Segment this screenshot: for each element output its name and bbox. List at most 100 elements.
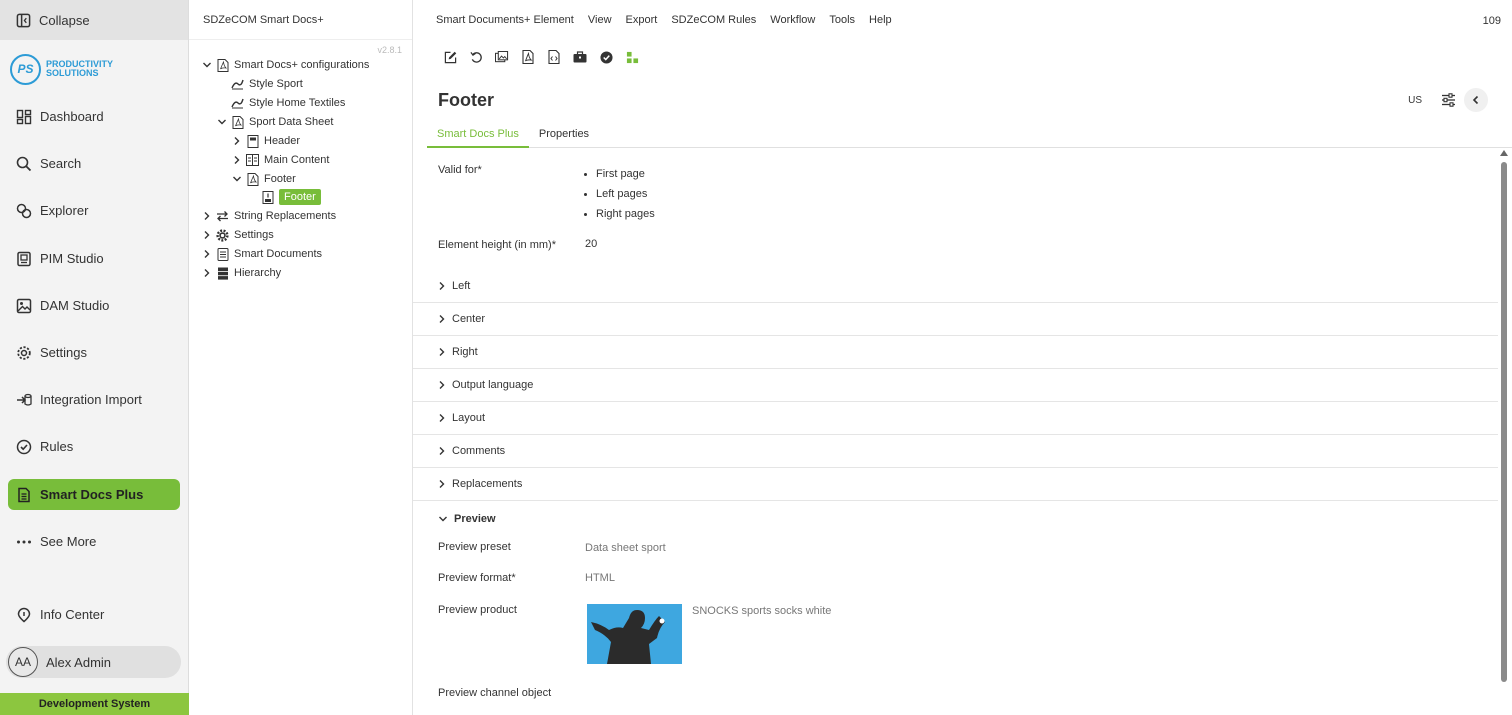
menu-item-tools[interactable]: Tools (829, 14, 855, 26)
menu-item-workflow[interactable]: Workflow (770, 14, 815, 26)
html-button[interactable] (541, 47, 567, 67)
chevron-right-icon[interactable] (201, 210, 213, 222)
header-controls: US (1408, 88, 1488, 112)
preview-format-value[interactable]: HTML (585, 572, 615, 584)
pim-studio-icon (17, 251, 31, 266)
section-layout[interactable]: Layout (413, 402, 1498, 435)
vertical-scrollbar[interactable] (1498, 150, 1512, 690)
tree-node-style-home-textiles[interactable]: Style Home Textiles (231, 94, 345, 112)
info-icon (17, 607, 31, 622)
valid-for-label: Valid for* (438, 164, 482, 176)
section-right[interactable]: Right (413, 336, 1498, 369)
nav-item-smart-docs-plus[interactable]: Smart Docs Plus (8, 479, 180, 510)
nav-label: Info Center (40, 607, 105, 622)
preview-image-button[interactable] (489, 47, 515, 67)
chevron-down-icon[interactable] (231, 173, 243, 185)
nav-label: Dashboard (40, 109, 104, 124)
nav-item-rules[interactable]: Rules (8, 431, 180, 462)
section-comments[interactable]: Comments (413, 435, 1498, 468)
nav-item-integration-import[interactable]: Integration Import (8, 384, 180, 415)
valid-for-list[interactable]: First page Left pages Right pages (583, 164, 655, 224)
tree-node-footer-selected[interactable]: Footer (261, 188, 321, 206)
tree-node-configurations[interactable]: Smart Docs+ configurations (201, 56, 369, 74)
collapse-icon (16, 13, 31, 27)
chevron-down-icon[interactable] (216, 116, 228, 128)
preview-preset-value[interactable]: Data sheet sport (585, 542, 666, 554)
chevron-right-icon (439, 348, 445, 356)
menu-item-element[interactable]: Smart Documents+ Element (436, 14, 574, 26)
preview-channel-label: Preview channel object (438, 687, 552, 699)
valid-for-item: Left pages (583, 184, 655, 204)
locale-selector[interactable]: US (1408, 95, 1422, 106)
pdf-file-icon (216, 58, 229, 72)
nav-item-pim-studio[interactable]: PIM Studio (8, 243, 180, 274)
tree-node-footer-folder[interactable]: Footer (231, 170, 296, 188)
section-replacements[interactable]: Replacements (413, 468, 1498, 501)
section-output-language[interactable]: Output language (413, 369, 1498, 402)
chevron-right-icon[interactable] (201, 229, 213, 241)
chevron-right-icon (439, 414, 445, 422)
nav-item-info-center[interactable]: Info Center (8, 599, 180, 630)
header-element-icon (246, 134, 259, 148)
chevron-right-icon[interactable] (231, 154, 243, 166)
collapse-button[interactable]: Collapse (0, 0, 188, 40)
tree-node-sport-data-sheet[interactable]: Sport Data Sheet (216, 113, 333, 131)
scroll-up-arrow[interactable] (1500, 150, 1508, 156)
tree-node-hierarchy[interactable]: Hierarchy (201, 264, 281, 282)
swap-icon (216, 210, 229, 223)
explorer-icon (16, 203, 32, 218)
workflow-button[interactable] (619, 47, 645, 67)
nav-label: Rules (40, 439, 74, 454)
reload-icon (469, 51, 482, 63)
image-icon (16, 298, 32, 313)
toolbox-button[interactable] (567, 47, 593, 67)
menu-item-help[interactable]: Help (869, 14, 892, 26)
reload-button[interactable] (463, 47, 489, 67)
section-left[interactable]: Left (413, 270, 1498, 303)
section-center[interactable]: Center (413, 303, 1498, 336)
preview-product-label: Preview product (438, 604, 517, 616)
tab-properties[interactable]: Properties (529, 122, 599, 148)
tree-node-settings[interactable]: Settings (201, 226, 274, 244)
tree-node-main-content[interactable]: Main Content (231, 151, 329, 169)
pdf-file-icon (246, 172, 259, 186)
tree-node-style-sport[interactable]: Style Sport (231, 75, 303, 93)
nav-label: Settings (40, 345, 87, 360)
tree-node-header[interactable]: Header (231, 132, 300, 150)
tree-node-smart-documents[interactable]: Smart Documents (201, 245, 322, 263)
collapse-panel-button[interactable] (1464, 88, 1488, 112)
valid-for-item: Right pages (583, 204, 655, 224)
element-height-value[interactable]: 20 (585, 238, 597, 250)
filter-settings-button[interactable] (1436, 88, 1460, 112)
tab-smart-docs-plus[interactable]: Smart Docs Plus (427, 122, 529, 148)
nav-item-dam-studio[interactable]: DAM Studio (8, 290, 180, 321)
scroll-thumb[interactable] (1501, 162, 1507, 682)
search-icon (16, 156, 32, 171)
product-thumbnail[interactable] (587, 604, 682, 664)
edit-button[interactable] (437, 47, 463, 67)
nav-item-dashboard[interactable]: Dashboard (8, 101, 180, 132)
chevron-right-icon[interactable] (231, 135, 243, 147)
tree-node-string-replacements[interactable]: String Replacements (201, 207, 336, 225)
chevron-right-icon (439, 381, 445, 389)
briefcase-icon (573, 51, 587, 63)
nav-label: See More (40, 534, 97, 549)
more-icon (17, 540, 31, 543)
menu-item-rules[interactable]: SDZeCOM Rules (671, 14, 756, 26)
validate-button[interactable] (593, 47, 619, 67)
avatar: AA (8, 647, 38, 677)
chevron-down-icon[interactable] (201, 59, 213, 71)
menu-item-view[interactable]: View (588, 14, 612, 26)
nav-item-explorer[interactable]: Explorer (8, 195, 180, 226)
nav-item-see-more[interactable]: See More (8, 526, 180, 557)
user-menu[interactable]: AA Alex Admin (6, 646, 181, 678)
pdf-button[interactable] (515, 47, 541, 67)
preview-product-value[interactable]: SNOCKS sports socks white (692, 605, 831, 617)
chevron-right-icon[interactable] (201, 248, 213, 260)
nav-label: Search (40, 156, 82, 171)
section-preview[interactable]: Preview (413, 502, 1498, 535)
menu-item-export[interactable]: Export (626, 14, 658, 26)
nav-item-settings[interactable]: Settings (8, 337, 180, 368)
chevron-right-icon[interactable] (201, 267, 213, 279)
nav-item-search[interactable]: Search (8, 148, 180, 179)
